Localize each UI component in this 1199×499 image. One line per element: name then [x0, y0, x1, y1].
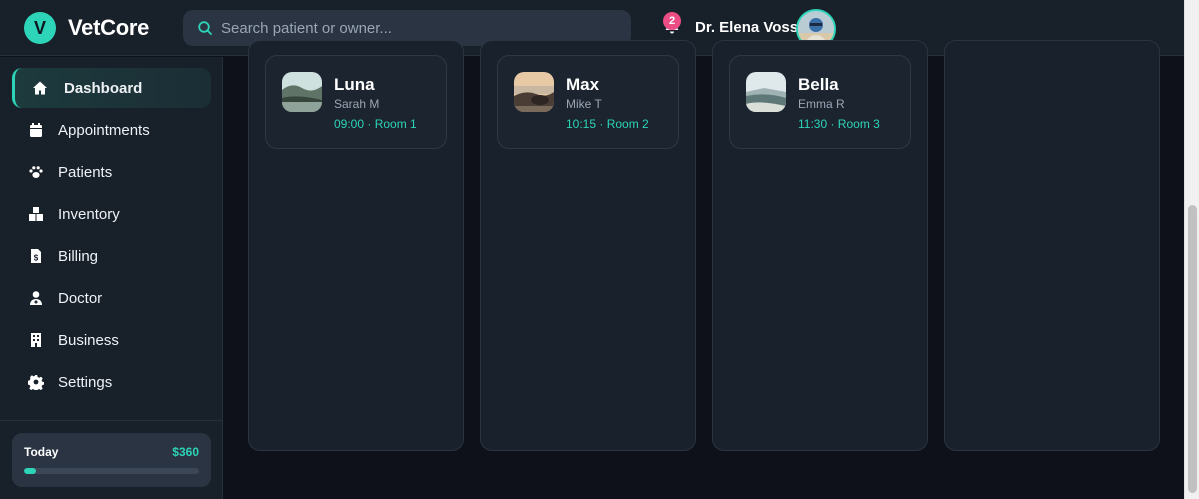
brand-logo: V — [24, 12, 56, 44]
board-column: Max Mike T 10:15 · Room 2 — [480, 40, 696, 451]
sidebar-item-label: Inventory — [58, 205, 120, 223]
sidebar-item-label: Doctor — [58, 289, 103, 307]
invoice-icon: $ — [31, 249, 41, 263]
today-label: Today — [24, 445, 59, 459]
boxes-icon — [29, 207, 43, 221]
sidebar-item-dashboard[interactable]: Dashboard — [12, 68, 211, 108]
calendar-icon — [30, 123, 42, 137]
sidebar-item-patients[interactable]: Patients — [12, 152, 211, 192]
building-icon — [31, 333, 41, 347]
sidebar-item-appointments[interactable]: Appointments — [12, 110, 211, 150]
owner-name: Emma R — [798, 97, 845, 111]
pet-name: Bella — [798, 75, 839, 94]
pet-name: Max — [566, 75, 600, 94]
brand-name: VetCore — [68, 15, 150, 40]
board-column: Bella Emma R 11:30 · Room 3 — [712, 40, 928, 451]
pet-name: Luna — [334, 75, 375, 94]
sidebar-item-label: Patients — [58, 163, 113, 181]
board-column — [944, 40, 1160, 451]
sidebar-item-settings[interactable]: Settings — [12, 362, 211, 402]
today-progress-bar — [24, 468, 199, 474]
gear-icon — [28, 375, 44, 390]
sidebar-item-label: Billing — [58, 247, 99, 265]
pet-photo — [746, 72, 786, 112]
app-root: V VetCore 2 Dr. Elena Voss — [0, 0, 1199, 499]
pet-photo — [282, 72, 322, 112]
pet-photo — [514, 72, 554, 112]
today-revenue-card: Today $360 — [12, 433, 211, 487]
board-column: Luna Sarah M 09:00 · Room 1 — [248, 40, 464, 451]
notification-badge: 2 — [663, 12, 681, 30]
appointment-time-room: 11:30 · Room 3 — [798, 117, 880, 131]
doctor-icon — [30, 291, 42, 305]
today-amount: $360 — [172, 445, 199, 459]
sidebar-item-label: Dashboard — [64, 79, 143, 97]
today-progress-fill — [24, 468, 37, 474]
search-icon — [198, 21, 212, 35]
search-input[interactable] — [221, 19, 631, 37]
sidebar-item-label: Appointments — [58, 121, 150, 139]
scrollbar-thumb[interactable] — [1188, 205, 1197, 493]
home-icon — [33, 81, 47, 95]
appointment-time-room: 10:15 · Room 2 — [566, 117, 649, 131]
page-scrollbar[interactable] — [1184, 0, 1199, 499]
sidebar-item-inventory[interactable]: Inventory — [12, 194, 211, 234]
owner-name: Sarah M — [334, 97, 380, 111]
sidebar-divider — [0, 420, 222, 421]
paw-icon — [29, 166, 43, 178]
sidebar-item-label: Business — [58, 331, 119, 349]
sidebar: Dashboard Appointments Patients Inventor… — [0, 57, 223, 499]
user-name[interactable]: Dr. Elena Voss — [695, 19, 798, 36]
sidebar-item-label: Settings — [58, 373, 113, 391]
sidebar-item-doctor[interactable]: Doctor — [12, 278, 211, 318]
sidebar-item-billing[interactable]: $ Billing — [12, 236, 211, 276]
sidebar-item-business[interactable]: Business — [12, 320, 211, 360]
brand[interactable]: V VetCore — [24, 12, 149, 44]
appointment-card[interactable]: Max Mike T 10:15 · Room 2 — [497, 55, 679, 149]
svg-text:$: $ — [34, 254, 39, 263]
appointment-card[interactable]: Luna Sarah M 09:00 · Room 1 — [265, 55, 447, 149]
appointment-card[interactable]: Bella Emma R 11:30 · Room 3 — [729, 55, 911, 149]
appointment-time-room: 09:00 · Room 1 — [334, 117, 417, 131]
owner-name: Mike T — [566, 97, 602, 111]
